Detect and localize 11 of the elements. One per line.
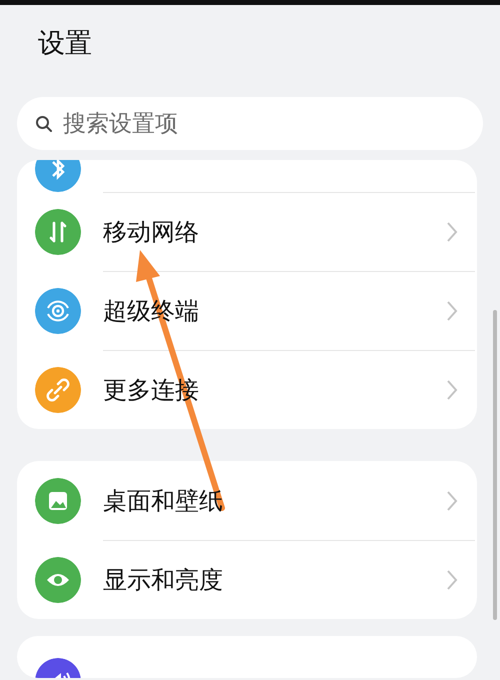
chevron-icon <box>445 568 459 592</box>
search-icon <box>35 114 53 132</box>
settings-label: 显示和亮度 <box>103 564 224 596</box>
chevron-icon <box>445 378 459 402</box>
chevron-icon <box>445 220 459 244</box>
settings-item[interactable]: 显示和亮度 <box>17 540 477 619</box>
settings-label: 移动网络 <box>103 216 200 248</box>
page-title: 设置 <box>37 27 93 61</box>
settings-item[interactable]: 移动网络 <box>17 192 477 271</box>
chevron-icon <box>445 298 459 322</box>
chevron-icon <box>445 488 459 512</box>
